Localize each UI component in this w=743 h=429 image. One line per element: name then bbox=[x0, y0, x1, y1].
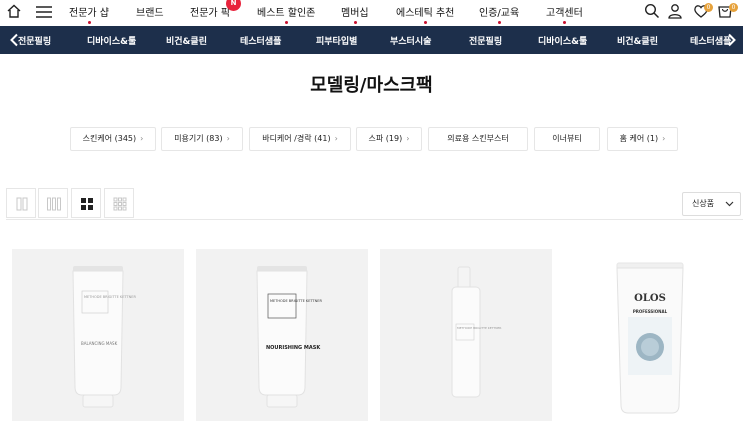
nav-label: 에스테틱 추천 bbox=[396, 8, 455, 19]
brand-text: METHODE BRIGITTE KETTNER bbox=[457, 326, 502, 330]
nav-dot bbox=[87, 21, 91, 24]
nav-brand[interactable]: 브랜드 bbox=[136, 4, 164, 19]
category-item[interactable]: 테스터샘플 bbox=[690, 34, 731, 47]
filter-chip-skincare[interactable]: 스킨케어 (345) › bbox=[70, 127, 156, 151]
filter-chip-medical-skinbooster[interactable]: 의료용 스킨부스터 bbox=[428, 127, 528, 151]
product-image: METHODE BRIGITTE KETTNER NOURISHING MASK bbox=[256, 266, 322, 408]
chevron-right-icon: › bbox=[334, 134, 338, 143]
divider bbox=[6, 219, 743, 220]
grid-4-icon bbox=[81, 198, 93, 210]
nav-dot bbox=[498, 21, 502, 24]
nav-dot bbox=[353, 21, 357, 24]
nav-certification[interactable]: 인증/교육 bbox=[479, 4, 520, 24]
product-card[interactable]: METHODE BRIGITTE KETTNER NOURISHING MASK bbox=[196, 249, 368, 421]
nav-customer-center[interactable]: 고객센터 bbox=[546, 4, 583, 24]
brand-text: METHODE BRIGITTE KETTNER bbox=[270, 299, 322, 303]
sort-select[interactable]: 신상품 bbox=[682, 192, 741, 216]
chip-label: 스킨케어 (345) bbox=[82, 134, 137, 143]
category-item[interactable]: 비건&클린 bbox=[617, 34, 658, 47]
filter-chip-spa[interactable]: 스파 (19) › bbox=[356, 127, 422, 151]
chevron-down-icon bbox=[725, 201, 734, 207]
hamburger-menu-icon[interactable] bbox=[35, 4, 53, 23]
nav-dot bbox=[424, 21, 428, 24]
nav-label: 베스트 할인존 bbox=[257, 8, 316, 19]
brand-text: METHODE BRIGITTE KETTNER bbox=[84, 295, 136, 299]
product-name: PROFESSIONAL bbox=[633, 309, 668, 314]
nav-best-discount[interactable]: 베스트 할인존 bbox=[257, 4, 316, 24]
chevron-right-icon: › bbox=[140, 134, 144, 143]
nav-dot bbox=[563, 21, 567, 24]
filter-chip-bodycare[interactable]: 바디케어 /경락 (41) › bbox=[249, 127, 351, 151]
chevron-right-icon[interactable] bbox=[727, 32, 737, 51]
chevron-right-icon: › bbox=[226, 134, 230, 143]
page-title: 모델링/마스크팩 bbox=[310, 75, 433, 96]
home-icon[interactable] bbox=[6, 3, 22, 23]
filter-chip-beauty-device[interactable]: 미용기기 (83) › bbox=[161, 127, 243, 151]
sort-label: 신상품 bbox=[692, 199, 715, 208]
chevron-right-icon: › bbox=[406, 134, 410, 143]
grid-3col-icon bbox=[47, 197, 61, 211]
nav-label: 멤버십 bbox=[341, 8, 369, 19]
nav-expert-pick[interactable]: 전문가 픽N bbox=[190, 0, 241, 19]
user-icon[interactable] bbox=[667, 3, 683, 23]
category-item[interactable]: 디바이스&툴 bbox=[538, 34, 587, 47]
search-icon[interactable] bbox=[644, 3, 660, 23]
category-item[interactable]: 테스터샘플 bbox=[240, 34, 281, 47]
nav-label: 전문가 샵 bbox=[69, 8, 109, 19]
grid-2col-icon bbox=[16, 197, 28, 211]
view-3col-button[interactable] bbox=[38, 188, 68, 218]
chip-label: 홈 케어 (1) bbox=[619, 134, 659, 143]
product-name: NOURISHING MASK bbox=[266, 345, 321, 351]
nav-membership[interactable]: 멤버십 bbox=[341, 4, 369, 24]
nav-esthetic-recommend[interactable]: 에스테틱 추천 bbox=[396, 4, 455, 24]
filter-chip-homecare[interactable]: 홈 케어 (1) › bbox=[607, 127, 678, 151]
nav-label: 전문가 픽 bbox=[190, 8, 230, 19]
top-navigation: 전문가 샵 브랜드 전문가 픽N 베스트 할인존 멤버십 에스테틱 추천 인증/… bbox=[0, 0, 743, 26]
product-card[interactable]: METHODE BRIGITTE KETTNER bbox=[380, 249, 552, 421]
product-card[interactable]: METHODE BRIGITTE KETTNER BALANCING MASK bbox=[12, 249, 184, 421]
product-name: BALANCING MASK bbox=[81, 341, 118, 346]
cart-count-badge: 0 bbox=[729, 3, 738, 12]
category-item[interactable]: 부스터시술 bbox=[390, 34, 431, 47]
wishlist-count-badge: 0 bbox=[704, 3, 713, 12]
category-item[interactable]: 디바이스&툴 bbox=[87, 34, 136, 47]
view-list-button[interactable] bbox=[104, 188, 134, 218]
view-4col-button[interactable] bbox=[71, 188, 101, 218]
chip-label: 이너뷰티 bbox=[552, 134, 582, 143]
nav-dot bbox=[285, 21, 289, 24]
chip-label: 스파 (19) bbox=[368, 134, 403, 143]
chip-label: 의료용 스킨부스터 bbox=[447, 134, 509, 143]
category-item[interactable]: 전문필링 bbox=[469, 34, 502, 47]
product-image: METHODE BRIGITTE KETTNER bbox=[451, 266, 502, 398]
product-image: OLOS PROFESSIONAL bbox=[616, 262, 684, 414]
product-image: METHODE BRIGITTE KETTNER BALANCING MASK bbox=[72, 266, 136, 408]
chip-label: 미용기기 (83) bbox=[174, 134, 223, 143]
product-card[interactable]: OLOS PROFESSIONAL bbox=[564, 249, 736, 421]
category-item[interactable]: 피부타입별 bbox=[316, 34, 357, 47]
category-bar: 전문필링 디바이스&툴 비건&클린 테스터샘플 피부타입별 부스터시술 전문필링… bbox=[0, 26, 743, 54]
filter-chip-inner-beauty[interactable]: 이너뷰티 bbox=[534, 127, 600, 151]
new-badge: N bbox=[226, 0, 241, 11]
nav-label: 인증/교육 bbox=[479, 8, 520, 19]
nav-label: 브랜드 bbox=[136, 8, 164, 19]
brand-logo: OLOS bbox=[634, 293, 666, 304]
nav-expert-shop[interactable]: 전문가 샵 bbox=[69, 4, 109, 24]
grid-9-icon bbox=[113, 197, 127, 211]
nav-label: 고객센터 bbox=[546, 8, 583, 19]
chevron-right-icon: › bbox=[662, 134, 666, 143]
category-item[interactable]: 비건&클린 bbox=[166, 34, 207, 47]
view-2col-button[interactable] bbox=[6, 188, 36, 218]
chip-label: 바디케어 /경락 (41) bbox=[262, 134, 331, 143]
category-item[interactable]: 전문필링 bbox=[18, 34, 51, 47]
